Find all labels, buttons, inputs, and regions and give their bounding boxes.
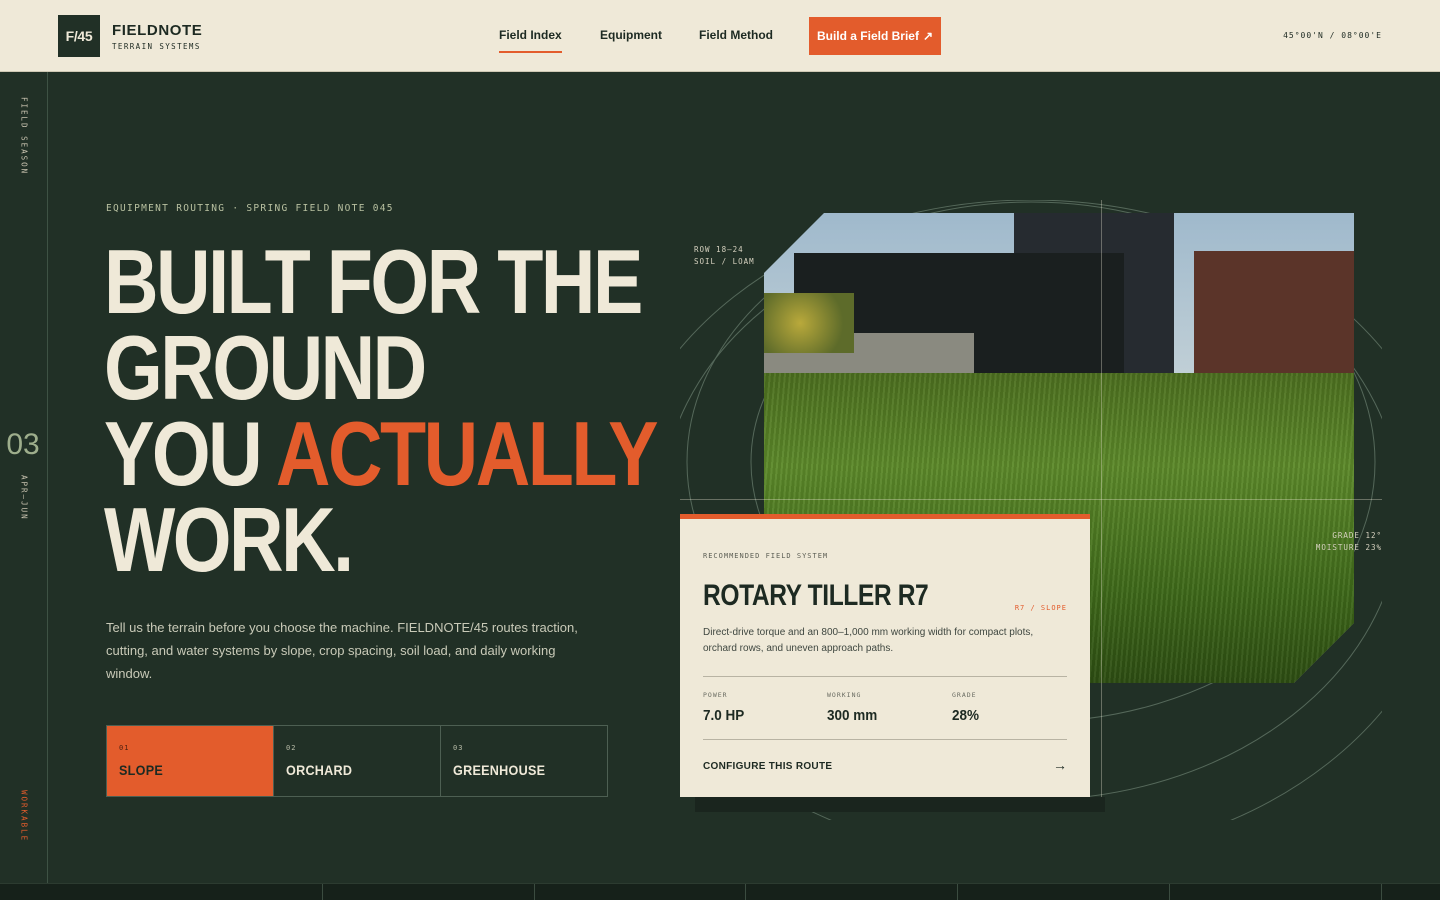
coordinates-readout: 45°00'N / 08°00'E xyxy=(1283,31,1382,40)
tab-number: 03 xyxy=(453,744,464,752)
headline-line-1: BUILT FOR THE xyxy=(104,232,643,333)
card-title: ROTARY TILLER R7 xyxy=(703,579,929,612)
build-field-brief-button[interactable]: Build a Field Brief ↗ xyxy=(809,17,941,55)
stat-grade: GRADE 28% xyxy=(952,691,982,724)
tab-label: GREENHOUSE xyxy=(453,762,546,778)
crosshair-vertical xyxy=(1101,200,1102,800)
stat-working: WORKING 300 mm xyxy=(827,691,883,724)
headline-line-2: GROUND xyxy=(104,318,427,419)
arrow-right-icon[interactable]: → xyxy=(1053,757,1067,773)
terrain-tabs: 01 SLOPE 02 ORCHARD 03 GREENHOUSE xyxy=(106,725,608,797)
tab-label: SLOPE xyxy=(119,762,164,778)
configure-route-link[interactable]: CONFIGURE THIS ROUTE xyxy=(703,761,832,772)
plot-tag-top: ROW 18–24 SOIL / LOAM xyxy=(694,244,755,268)
card-description: Direct-drive torque and an 800–1,000 mm … xyxy=(703,627,1034,654)
hero-eyebrow: EQUIPMENT ROUTING · SPRING FIELD NOTE 04… xyxy=(106,203,394,214)
plot-tag-row: ROW 18–24 xyxy=(694,245,744,254)
top-navigation-bar: F/45 FIELDNOTE TERRAIN SYSTEMS Field Ind… xyxy=(0,0,1440,72)
hero-visual: ROW 18–24 SOIL / LOAM GRADE 12° MOISTURE… xyxy=(680,200,1382,820)
plot-tag-moisture: MOISTURE 23% xyxy=(1315,543,1382,552)
tab-number: 02 xyxy=(286,744,297,752)
stat-label: WORKING xyxy=(827,691,862,699)
rail-season-label: FIELD SEASON xyxy=(19,97,29,176)
stat-label: POWER xyxy=(703,691,728,699)
hero-headline: BUILT FOR THE GROUND YOU ACTUALLY WORK. xyxy=(104,232,659,591)
brand-tagline: TERRAIN SYSTEMS xyxy=(112,42,201,51)
tab-number: 01 xyxy=(119,744,130,752)
card-eyebrow: RECOMMENDED FIELD SYSTEM xyxy=(703,552,829,560)
divider xyxy=(703,739,1067,740)
side-rail: FIELD SEASON 03 APR–JUN WORKABLE xyxy=(0,72,48,883)
tab-orchard[interactable]: 02 ORCHARD xyxy=(274,726,441,796)
divider xyxy=(703,676,1067,677)
plot-tag-grade: GRADE 12° xyxy=(1332,531,1382,540)
stat-value: 28% xyxy=(952,707,980,724)
stat-power: POWER 7.0 HP xyxy=(703,691,749,724)
nav-equipment[interactable]: Equipment xyxy=(600,28,662,42)
rail-status-label: WORKABLE xyxy=(19,790,29,843)
crosshair-horizontal xyxy=(680,499,1382,500)
stat-value: 7.0 HP xyxy=(703,707,745,724)
logo-mark[interactable]: F/45 xyxy=(58,15,100,57)
rail-season-range: APR–JUN xyxy=(19,475,29,521)
nav-field-method[interactable]: Field Method xyxy=(699,28,773,42)
rail-season-number: 03 xyxy=(6,428,40,461)
tab-label: ORCHARD xyxy=(286,762,353,778)
recommendation-card: RECOMMENDED FIELD SYSTEM ROTARY TILLER R… xyxy=(680,514,1090,797)
cta-label: Build a Field Brief xyxy=(816,29,919,43)
nav-field-index[interactable]: Field Index xyxy=(499,28,562,53)
brand-name: FIELDNOTE xyxy=(112,22,203,39)
hero-description: Tell us the terrain before you choose th… xyxy=(106,620,578,681)
tab-slope[interactable]: 01 SLOPE xyxy=(107,726,274,796)
plot-tag-right: GRADE 12° MOISTURE 23% xyxy=(1316,530,1382,554)
bottom-strip xyxy=(0,883,1440,900)
stat-label: GRADE xyxy=(952,691,977,699)
plot-tag-soil: SOIL / LOAM xyxy=(694,257,755,266)
arrow-up-right-icon: ↗ xyxy=(922,29,934,43)
headline-line-4: WORK. xyxy=(104,490,354,591)
stat-value: 300 mm xyxy=(827,707,878,724)
card-tag: R7 / SLOPE xyxy=(1014,604,1067,612)
tab-greenhouse[interactable]: 03 GREENHOUSE xyxy=(441,726,607,796)
brand[interactable]: FIELDNOTE TERRAIN SYSTEMS xyxy=(112,22,203,52)
headline-line-3: YOU ACTUALLY xyxy=(104,409,659,500)
